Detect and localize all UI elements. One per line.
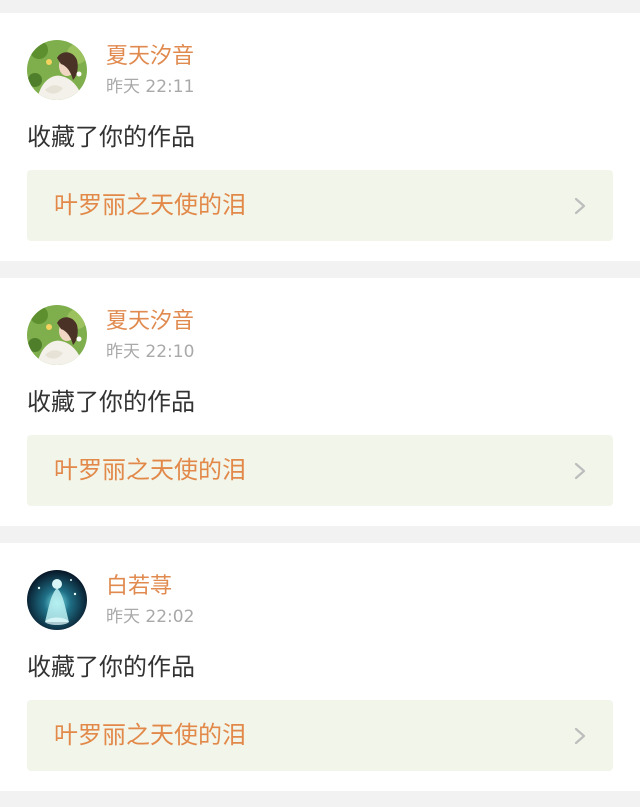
user-avatar[interactable] (27, 570, 87, 630)
notification-card: 夏天汐音 昨天 22:11 收藏了你的作品 叶罗丽之天使的泪 (0, 13, 640, 261)
avatar-girl-flowers-icon (27, 40, 87, 100)
username[interactable]: 夏天汐音 (106, 308, 194, 336)
user-avatar[interactable] (27, 305, 87, 365)
action-text: 收藏了你的作品 (27, 388, 195, 416)
username[interactable]: 白若荨 (106, 573, 172, 601)
timestamp: 昨天 22:10 (106, 342, 195, 362)
chevron-right-icon (574, 727, 586, 745)
work-title: 叶罗丽之天使的泪 (54, 191, 246, 219)
action-text: 收藏了你的作品 (27, 653, 195, 681)
work-link[interactable]: 叶罗丽之天使的泪 (27, 700, 613, 771)
avatar-girl-flowers-icon (27, 305, 87, 365)
chevron-right-icon (574, 197, 586, 215)
work-link[interactable]: 叶罗丽之天使的泪 (27, 435, 613, 506)
chevron-right-icon (574, 462, 586, 480)
work-title: 叶罗丽之天使的泪 (54, 721, 246, 749)
username[interactable]: 夏天汐音 (106, 43, 194, 71)
action-text: 收藏了你的作品 (27, 123, 195, 151)
user-avatar[interactable] (27, 40, 87, 100)
notification-card: 白若荨 昨天 22:02 收藏了你的作品 叶罗丽之天使的泪 (0, 543, 640, 791)
timestamp: 昨天 22:02 (106, 607, 195, 627)
notification-feed: 夏天汐音 昨天 22:11 收藏了你的作品 叶罗丽之天使的泪 夏天汐音 昨天 2… (0, 0, 640, 807)
work-link[interactable]: 叶罗丽之天使的泪 (27, 170, 613, 241)
notification-card: 夏天汐音 昨天 22:10 收藏了你的作品 叶罗丽之天使的泪 (0, 278, 640, 526)
timestamp: 昨天 22:11 (106, 77, 195, 97)
work-title: 叶罗丽之天使的泪 (54, 456, 246, 484)
avatar-glowing-figure-icon (27, 570, 87, 630)
